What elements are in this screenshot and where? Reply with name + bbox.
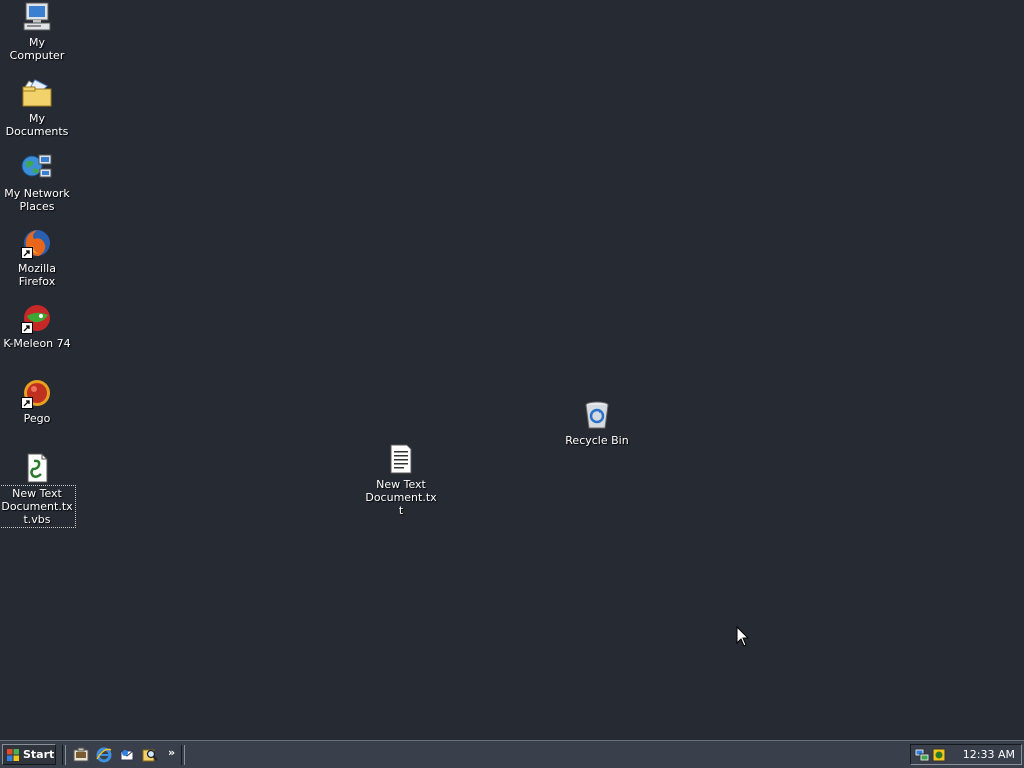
system-tray: 12:33 AM [910,744,1022,765]
computer-icon [20,0,54,34]
taskbar-clock[interactable]: 12:33 AM [963,748,1015,761]
desktop-icon-label: My Network Places [4,187,70,213]
desktop-icon-my-documents[interactable]: My Documents [0,76,74,138]
network-places-icon [20,151,54,185]
shortcut-arrow-icon [21,397,33,409]
desktop-icon-label: Recycle Bin [565,434,629,447]
quick-launch-search[interactable] [141,746,159,764]
show-desktop-icon [73,747,89,762]
network-tray-icon[interactable] [914,747,930,763]
quick-launch-show-desktop[interactable] [72,746,90,764]
start-label: Start [23,748,55,761]
folder-documents-icon [20,76,54,110]
taskbar-separator [62,745,66,765]
desktop[interactable]: My Computer My Documents My Network Plac… [0,0,1024,740]
desktop-icon-my-computer[interactable]: My Computer [0,0,74,62]
desktop-icon-my-network-places[interactable]: My Network Places [0,151,74,213]
k-meleon-icon [20,301,54,335]
desktop-icon-label: Mozilla Firefox [18,262,56,288]
desktop-icon-label: New Text Document.txt.vbs [0,485,76,528]
outlook-express-icon [120,750,134,761]
mouse-cursor-icon [736,626,750,647]
desktop-icon-mozilla-firefox[interactable]: Mozilla Firefox [0,226,74,288]
desktop-icon-label: My Documents [5,112,69,138]
windows-flag-icon [7,748,19,761]
desktop-icon-text-document[interactable]: New Text Document.txt [364,442,438,517]
quick-launch-more-button[interactable]: » [168,746,175,759]
quick-launch-outlook-express[interactable] [118,746,136,764]
desktop-icon-k-meleon[interactable]: K-Meleon 74 [0,301,74,350]
start-button[interactable]: Start [2,744,56,765]
taskbar[interactable]: Start » 12:33 AM [0,740,1024,768]
text-document-icon [384,442,418,476]
vbs-script-icon [20,451,54,485]
desktop-icon-recycle-bin[interactable]: Recycle Bin [560,398,634,447]
desktop-icon-label: K-Meleon 74 [3,337,71,350]
desktop-icon-label: Pego [23,412,51,425]
pego-icon [20,376,54,410]
desktop-icon-label: My Computer [9,36,65,62]
shortcut-arrow-icon [21,322,33,334]
internet-explorer-icon [96,747,112,763]
quick-launch-internet-explorer[interactable] [95,746,113,764]
shortcut-arrow-icon [21,247,33,259]
desktop-icon-label: New Text Document.txt [365,478,437,517]
security-tray-icon[interactable] [931,747,947,763]
taskbar-separator [181,745,185,765]
firefox-icon [20,226,54,260]
desktop-icon-vbs-script[interactable]: New Text Document.txt.vbs [0,451,76,528]
recycle-bin-icon [580,398,614,432]
search-icon [142,749,158,762]
desktop-icon-pego[interactable]: Pego [0,376,74,425]
